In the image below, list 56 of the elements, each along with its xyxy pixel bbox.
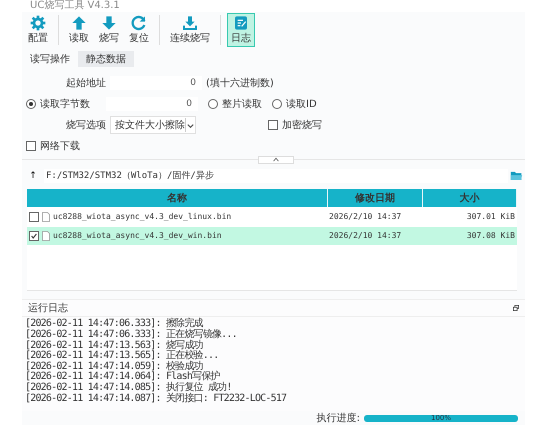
radio-button[interactable] — [26, 99, 36, 110]
toolbar-button[interactable]: 连续烧写 — [166, 12, 214, 47]
checkbox[interactable] — [268, 120, 278, 130]
column-header[interactable]: 大小 — [423, 188, 517, 207]
hint-text: (填十六进制数) — [206, 76, 274, 90]
checkbox[interactable] — [29, 230, 39, 241]
table-cell-text: 2026/2/10 14:37 — [328, 231, 402, 240]
restore-icon[interactable] — [513, 305, 519, 312]
download-icon — [180, 14, 200, 31]
log-line: [2026-02-11 14:47:13.565]: 正在校验... — [25, 351, 220, 362]
collapse-handle[interactable] — [258, 156, 294, 164]
address-field[interactable]: 0 — [110, 76, 202, 90]
toolbar-button[interactable]: 读取 — [65, 12, 93, 47]
file-icon — [42, 230, 50, 241]
radio-label: 整片读取 — [222, 98, 262, 112]
log-line: [2026-02-11 14:47:13.563]: 烧写成功 — [25, 340, 204, 351]
gear-icon — [28, 14, 48, 31]
panel-title: 运行日志 — [28, 302, 68, 316]
file-icon — [42, 212, 50, 222]
log-line: [2026-02-11 14:47:14.087]: 关闭接口: FT2232-LOC-517 — [25, 394, 288, 404]
toolbar-button[interactable]: 日志 — [227, 12, 255, 47]
radio-button[interactable] — [208, 99, 218, 110]
radio-button[interactable] — [272, 99, 282, 110]
table-row[interactable]: uc8288_wiota_async_v4.3_dev_linux.bin 2026/2/10 14:37 307.01 KiB — [27, 208, 517, 226]
log-line: [2026-02-11 14:47:06.333]: 擦除完成 — [25, 319, 203, 330]
table-cell-text: 307.01 KiB — [466, 212, 516, 222]
log-line: [2026-02-11 14:47:06.333]: 正在烧写镜像... — [25, 330, 238, 340]
table-cell: uc8288_wiota_async_v4.3_dev_win.bin — [53, 231, 222, 240]
radio-label: 读取ID — [286, 98, 317, 112]
progress-label: 执行进度: — [316, 412, 360, 425]
up-button[interactable]: ↑ — [22, 170, 44, 181]
checkbox[interactable] — [29, 212, 39, 222]
field-label: 起始地址 — [65, 76, 107, 90]
path-field[interactable]: F:/STM32/STM32（WloTa）/固件/异步 — [44, 168, 508, 183]
toolbar-button[interactable]: 复位 — [125, 12, 153, 47]
toolbar-button[interactable]: 配置 — [24, 12, 52, 47]
log-line: [2026-02-11 14:47:14.059]: 校验成功 — [25, 362, 203, 372]
table-cell: uc8288_wiota_async_v4.3_dev_linux.bin — [53, 212, 232, 222]
field-label: 烧写选项 — [65, 118, 107, 132]
tab[interactable]: 静态数据 — [78, 50, 134, 67]
byte-count-field[interactable]: 0 — [106, 97, 198, 112]
log-line: [2026-02-11 14:47:14.085]: 执行复位 成功! — [25, 382, 233, 393]
window-title: UC烧写工具 V4.3.1 — [30, 0, 120, 12]
checkbox-label: 网络下载 — [40, 140, 80, 154]
column-header[interactable]: 名称 — [27, 188, 328, 207]
column-header[interactable]: 修改日期 — [328, 188, 423, 207]
write-option-dropdown[interactable]: 按文件大小擦除 — [110, 116, 196, 134]
table-cell-text: 307.08 KiB — [466, 231, 516, 240]
checkbox[interactable] — [26, 141, 36, 152]
table-row[interactable]: uc8288_wiota_async_v4.3_dev_win.bin 2026/2/10 14:37 307.08 KiB — [27, 226, 517, 245]
log-line: [2026-02-11 14:47:14.064]: Flash写保护 — [25, 372, 220, 382]
table-cell-text: 2026/2/10 14:37 — [328, 212, 402, 222]
checkbox-label: 加密烧写 — [282, 118, 322, 132]
folder-icon[interactable] — [510, 170, 523, 182]
radio-label: 读取字节数 — [40, 98, 90, 112]
toolbar-button[interactable]: 烧写 — [95, 12, 123, 47]
